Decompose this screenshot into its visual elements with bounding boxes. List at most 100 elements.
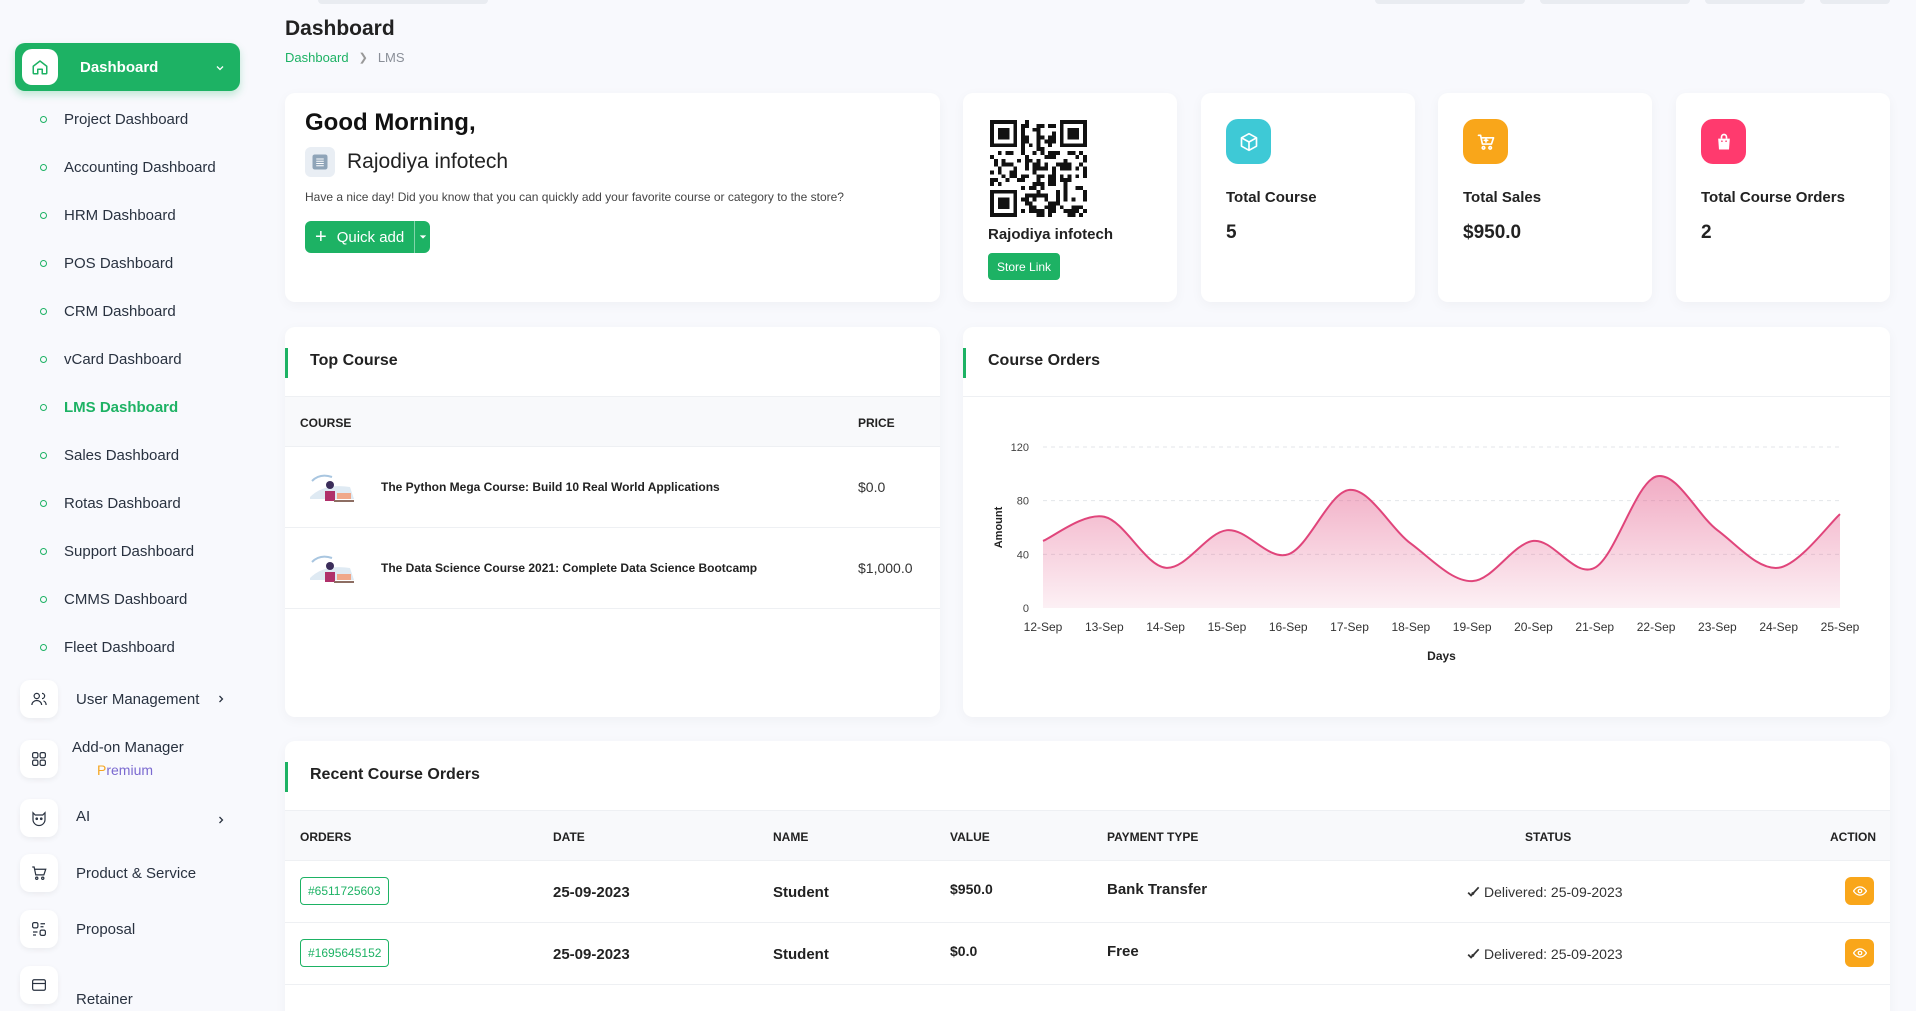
x-tick-label: 18-Sep	[1391, 620, 1430, 634]
accent-bar	[963, 348, 966, 378]
stat-card-total-course-orders: Total Course Orders 2	[1676, 93, 1890, 302]
column-header: DATE	[553, 830, 585, 844]
sidebar-subitem-label: vCard Dashboard	[64, 350, 182, 368]
quick-add-button[interactable]: + Quick add	[305, 221, 431, 253]
top-course-card: Top Course COURSE PRICE The Python Mega …	[285, 327, 940, 717]
x-tick-label: 13-Sep	[1085, 620, 1124, 634]
view-order-button[interactable]	[1845, 877, 1874, 905]
view-order-button[interactable]	[1845, 939, 1874, 967]
proposal-icon	[20, 910, 58, 948]
sidebar-subitem-lms-dashboard[interactable]: LMS Dashboard	[40, 397, 178, 417]
order-status-text: Delivered: 25-09-2023	[1484, 884, 1623, 900]
card-header: Course Orders	[963, 327, 1890, 397]
x-tick-label: 16-Sep	[1269, 620, 1308, 634]
column-header: ORDERS	[300, 830, 352, 844]
column-header: VALUE	[950, 830, 990, 844]
y-tick-label: 0	[1023, 603, 1029, 615]
table-header: COURSE PRICE	[285, 397, 940, 447]
sidebar-item-user-management[interactable]: User Management	[20, 680, 240, 718]
x-tick-label: 20-Sep	[1514, 620, 1553, 634]
x-tick-label: 22-Sep	[1637, 620, 1676, 634]
premium-badge: Premium	[97, 762, 154, 778]
sidebar-subitem-cmms-dashboard[interactable]: CMMS Dashboard	[40, 589, 187, 609]
company-name: Rajodiya infotech	[347, 150, 509, 173]
card-header: Recent Course Orders	[285, 741, 1890, 811]
sidebar-item-label: User Management	[76, 690, 200, 708]
sidebar-subitem-crm-dashboard[interactable]: CRM Dashboard	[40, 301, 176, 321]
series-area	[1043, 475, 1840, 608]
table-row: #6511725603 25-09-2023 Student $950.0 Ba…	[285, 861, 1890, 923]
quick-add-main[interactable]: + Quick add	[305, 221, 414, 253]
order-date: 25-09-2023	[553, 884, 630, 901]
course-price: $0.0	[858, 479, 886, 495]
sidebar-subitem-label: HRM Dashboard	[64, 206, 176, 224]
sidebar-subitem-rotas-dashboard[interactable]: Rotas Dashboard	[40, 493, 181, 513]
sidebar-item-ai[interactable]: AI	[20, 799, 240, 837]
course-orders-card: Course Orders 0 40 80 120 12-Sep 13-Sep 14-Sep…	[963, 327, 1890, 717]
sidebar-item-label: Dashboard	[80, 58, 159, 76]
y-tick-label: 40	[1017, 549, 1029, 561]
bullet-icon	[40, 451, 47, 459]
table-header: ORDERS DATE NAME VALUE PAYMENT TYPE STAT…	[285, 811, 1890, 861]
chevron-right-icon	[215, 813, 227, 830]
sidebar-subitem-label: LMS Dashboard	[64, 398, 179, 416]
bullet-icon	[40, 643, 47, 651]
company-logo-icon	[305, 147, 335, 177]
sidebar-item-proposal[interactable]: Proposal	[20, 910, 240, 948]
double-check-icon	[1467, 886, 1480, 897]
column-header: PAYMENT TYPE	[1107, 830, 1199, 844]
store-link-button[interactable]: Store Link	[988, 253, 1061, 280]
home-icon	[22, 49, 58, 85]
table-row[interactable]: The Python Mega Course: Build 10 Real Wo…	[285, 447, 940, 528]
double-check-icon	[1467, 948, 1480, 959]
order-status: Delivered: 25-09-2023	[1467, 884, 1623, 900]
box-icon	[1226, 119, 1271, 164]
bullet-icon	[40, 355, 47, 363]
bullet-icon	[40, 547, 47, 555]
course-name: The Python Mega Course: Build 10 Real Wo…	[381, 480, 720, 494]
order-id-link[interactable]: #6511725603	[300, 877, 389, 905]
x-tick-label: 24-Sep	[1759, 620, 1798, 634]
stat-label: Total Sales	[1463, 189, 1542, 206]
sidebar-item-product-service[interactable]: Product & Service	[20, 854, 240, 892]
grid-icon	[20, 740, 58, 778]
sidebar-subitem-vcard-dashboard[interactable]: vCard Dashboard	[40, 349, 182, 369]
table-row[interactable]: The Data Science Course 2021: Complete D…	[285, 528, 940, 609]
sidebar-subitem-fleet-dashboard[interactable]: Fleet Dashboard	[40, 637, 175, 657]
stat-label: Total Course	[1226, 189, 1317, 206]
welcome-message: Have a nice day! Did you know that you c…	[305, 190, 844, 204]
column-header: COURSE	[300, 416, 352, 430]
sidebar-item-label: Add-on Manager	[72, 738, 184, 756]
sidebar-subitem-accounting-dashboard[interactable]: Accounting Dashboard	[40, 157, 216, 177]
accent-bar	[285, 762, 288, 792]
sidebar-subitem-hrm-dashboard[interactable]: HRM Dashboard	[40, 205, 176, 225]
order-value: $950.0	[950, 881, 993, 897]
bullet-icon	[40, 259, 47, 267]
course-name: The Data Science Course 2021: Complete D…	[381, 561, 758, 575]
order-id-link[interactable]: #1695645152	[300, 939, 390, 967]
order-date: 25-09-2023	[553, 946, 630, 963]
sidebar-subitem-pos-dashboard[interactable]: POS Dashboard	[40, 253, 173, 273]
card-title: Course Orders	[988, 352, 1101, 369]
column-header: STATUS	[1525, 830, 1572, 844]
sidebar-subitem-support-dashboard[interactable]: Support Dashboard	[40, 541, 194, 561]
order-name: Student	[773, 884, 829, 901]
order-name: Student	[773, 946, 829, 963]
quick-add-dropdown-toggle[interactable]	[414, 221, 430, 253]
sidebar-item-label: AI	[76, 807, 91, 825]
sidebar-subitem-label: Rotas Dashboard	[64, 494, 181, 512]
cart-icon	[1463, 119, 1508, 164]
bullet-icon	[40, 211, 47, 219]
x-tick-label: 17-Sep	[1330, 620, 1369, 634]
sidebar-item-retainer[interactable]: Retainer	[20, 966, 240, 1008]
retainer-icon	[20, 966, 58, 1004]
cart-icon	[20, 854, 58, 892]
sidebar-item-dashboard[interactable]: Dashboard	[15, 43, 240, 91]
course-orders-chart: 0 40 80 120 12-Sep 13-Sep 14-Sep 15-Sep 16-Sep 17…	[993, 442, 1860, 663]
sidebar-subitem-project-dashboard[interactable]: Project Dashboard	[40, 109, 188, 129]
column-header: PRICE	[858, 416, 895, 430]
sidebar-subitem-sales-dashboard[interactable]: Sales Dashboard	[40, 445, 179, 465]
breadcrumb-link-dashboard[interactable]: Dashboard	[285, 50, 349, 65]
sidebar-subitem-label: Project Dashboard	[64, 110, 189, 128]
bullet-icon	[40, 307, 47, 315]
